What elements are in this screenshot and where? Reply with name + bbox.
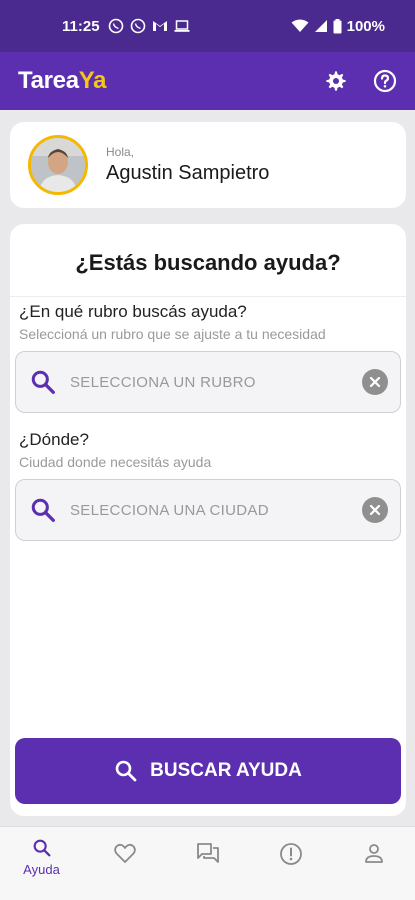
avatar[interactable] xyxy=(28,135,88,195)
search-card: ¿Estás buscando ayuda? ¿En qué rubro bus… xyxy=(10,224,406,816)
search-icon xyxy=(31,370,55,394)
battery-icon xyxy=(333,18,342,33)
heart-icon xyxy=(113,843,136,863)
signal-icon xyxy=(314,20,327,32)
wifi-icon xyxy=(291,19,309,32)
system-status: 100% xyxy=(291,18,385,35)
greeting-label: Hola, xyxy=(106,145,135,159)
buscar-ayuda-label: BUSCAR AYUDA xyxy=(150,760,302,781)
search-icon xyxy=(115,760,137,782)
whatsapp-icon xyxy=(108,18,123,34)
donde-hint: Ciudad donde necesitás ayuda xyxy=(19,454,212,470)
rubro-select[interactable]: SELECCIONA UN RUBRO xyxy=(15,351,401,413)
nav-label-ayuda: Ayuda xyxy=(23,862,60,877)
nav-item-ayuda[interactable]: Ayuda xyxy=(0,827,83,900)
gmail-icon xyxy=(152,21,167,31)
alert-icon xyxy=(279,843,302,865)
logo-accent-text: Ya xyxy=(78,67,107,94)
search-icon xyxy=(33,839,50,857)
ciudad-placeholder: SELECCIONA UNA CIUDAD xyxy=(70,501,269,519)
rubro-placeholder: SELECCIONA UN RUBRO xyxy=(70,373,256,391)
buscar-ayuda-button[interactable]: BUSCAR AYUDA xyxy=(15,738,401,804)
nav-item-mensajes[interactable] xyxy=(166,827,249,900)
close-icon xyxy=(369,376,381,388)
nav-item-favoritos[interactable] xyxy=(83,827,166,900)
donde-question: ¿Dónde? xyxy=(19,430,89,449)
app-bar: TareaYa xyxy=(0,52,415,110)
ciudad-select[interactable]: SELECCIONA UNA CIUDAD xyxy=(15,479,401,541)
logo-text: Tarea xyxy=(18,67,79,94)
notification-icons xyxy=(108,18,190,34)
rubro-question: ¿En qué rubro buscás ayuda? xyxy=(19,302,247,321)
whatsapp-icon xyxy=(130,18,145,34)
help-icon[interactable] xyxy=(373,69,397,93)
status-bar: 11:25 100% xyxy=(0,0,415,52)
divider xyxy=(10,296,406,297)
search-title: ¿Estás buscando ayuda? xyxy=(75,250,341,275)
rubro-hint: Seleccioná un rubro que se ajuste a tu n… xyxy=(19,326,326,342)
nav-item-alertas[interactable] xyxy=(249,827,332,900)
bottom-nav: Ayuda xyxy=(0,826,415,900)
gear-icon[interactable] xyxy=(325,70,347,92)
status-time: 11:25 xyxy=(62,17,100,35)
close-icon xyxy=(369,504,381,516)
clear-ciudad-button[interactable] xyxy=(362,497,388,523)
app-logo: TareaYa xyxy=(18,67,107,95)
battery-level: 100% xyxy=(346,17,385,35)
clear-rubro-button[interactable] xyxy=(362,369,388,395)
person-icon xyxy=(364,844,383,863)
nav-item-perfil[interactable] xyxy=(332,827,415,900)
user-name: Agustin Sampietro xyxy=(106,162,270,184)
greeting-card: Hola, Agustin Sampietro xyxy=(10,122,406,208)
chat-icon xyxy=(196,843,219,863)
search-icon xyxy=(31,498,55,522)
laptop-icon xyxy=(174,20,190,32)
